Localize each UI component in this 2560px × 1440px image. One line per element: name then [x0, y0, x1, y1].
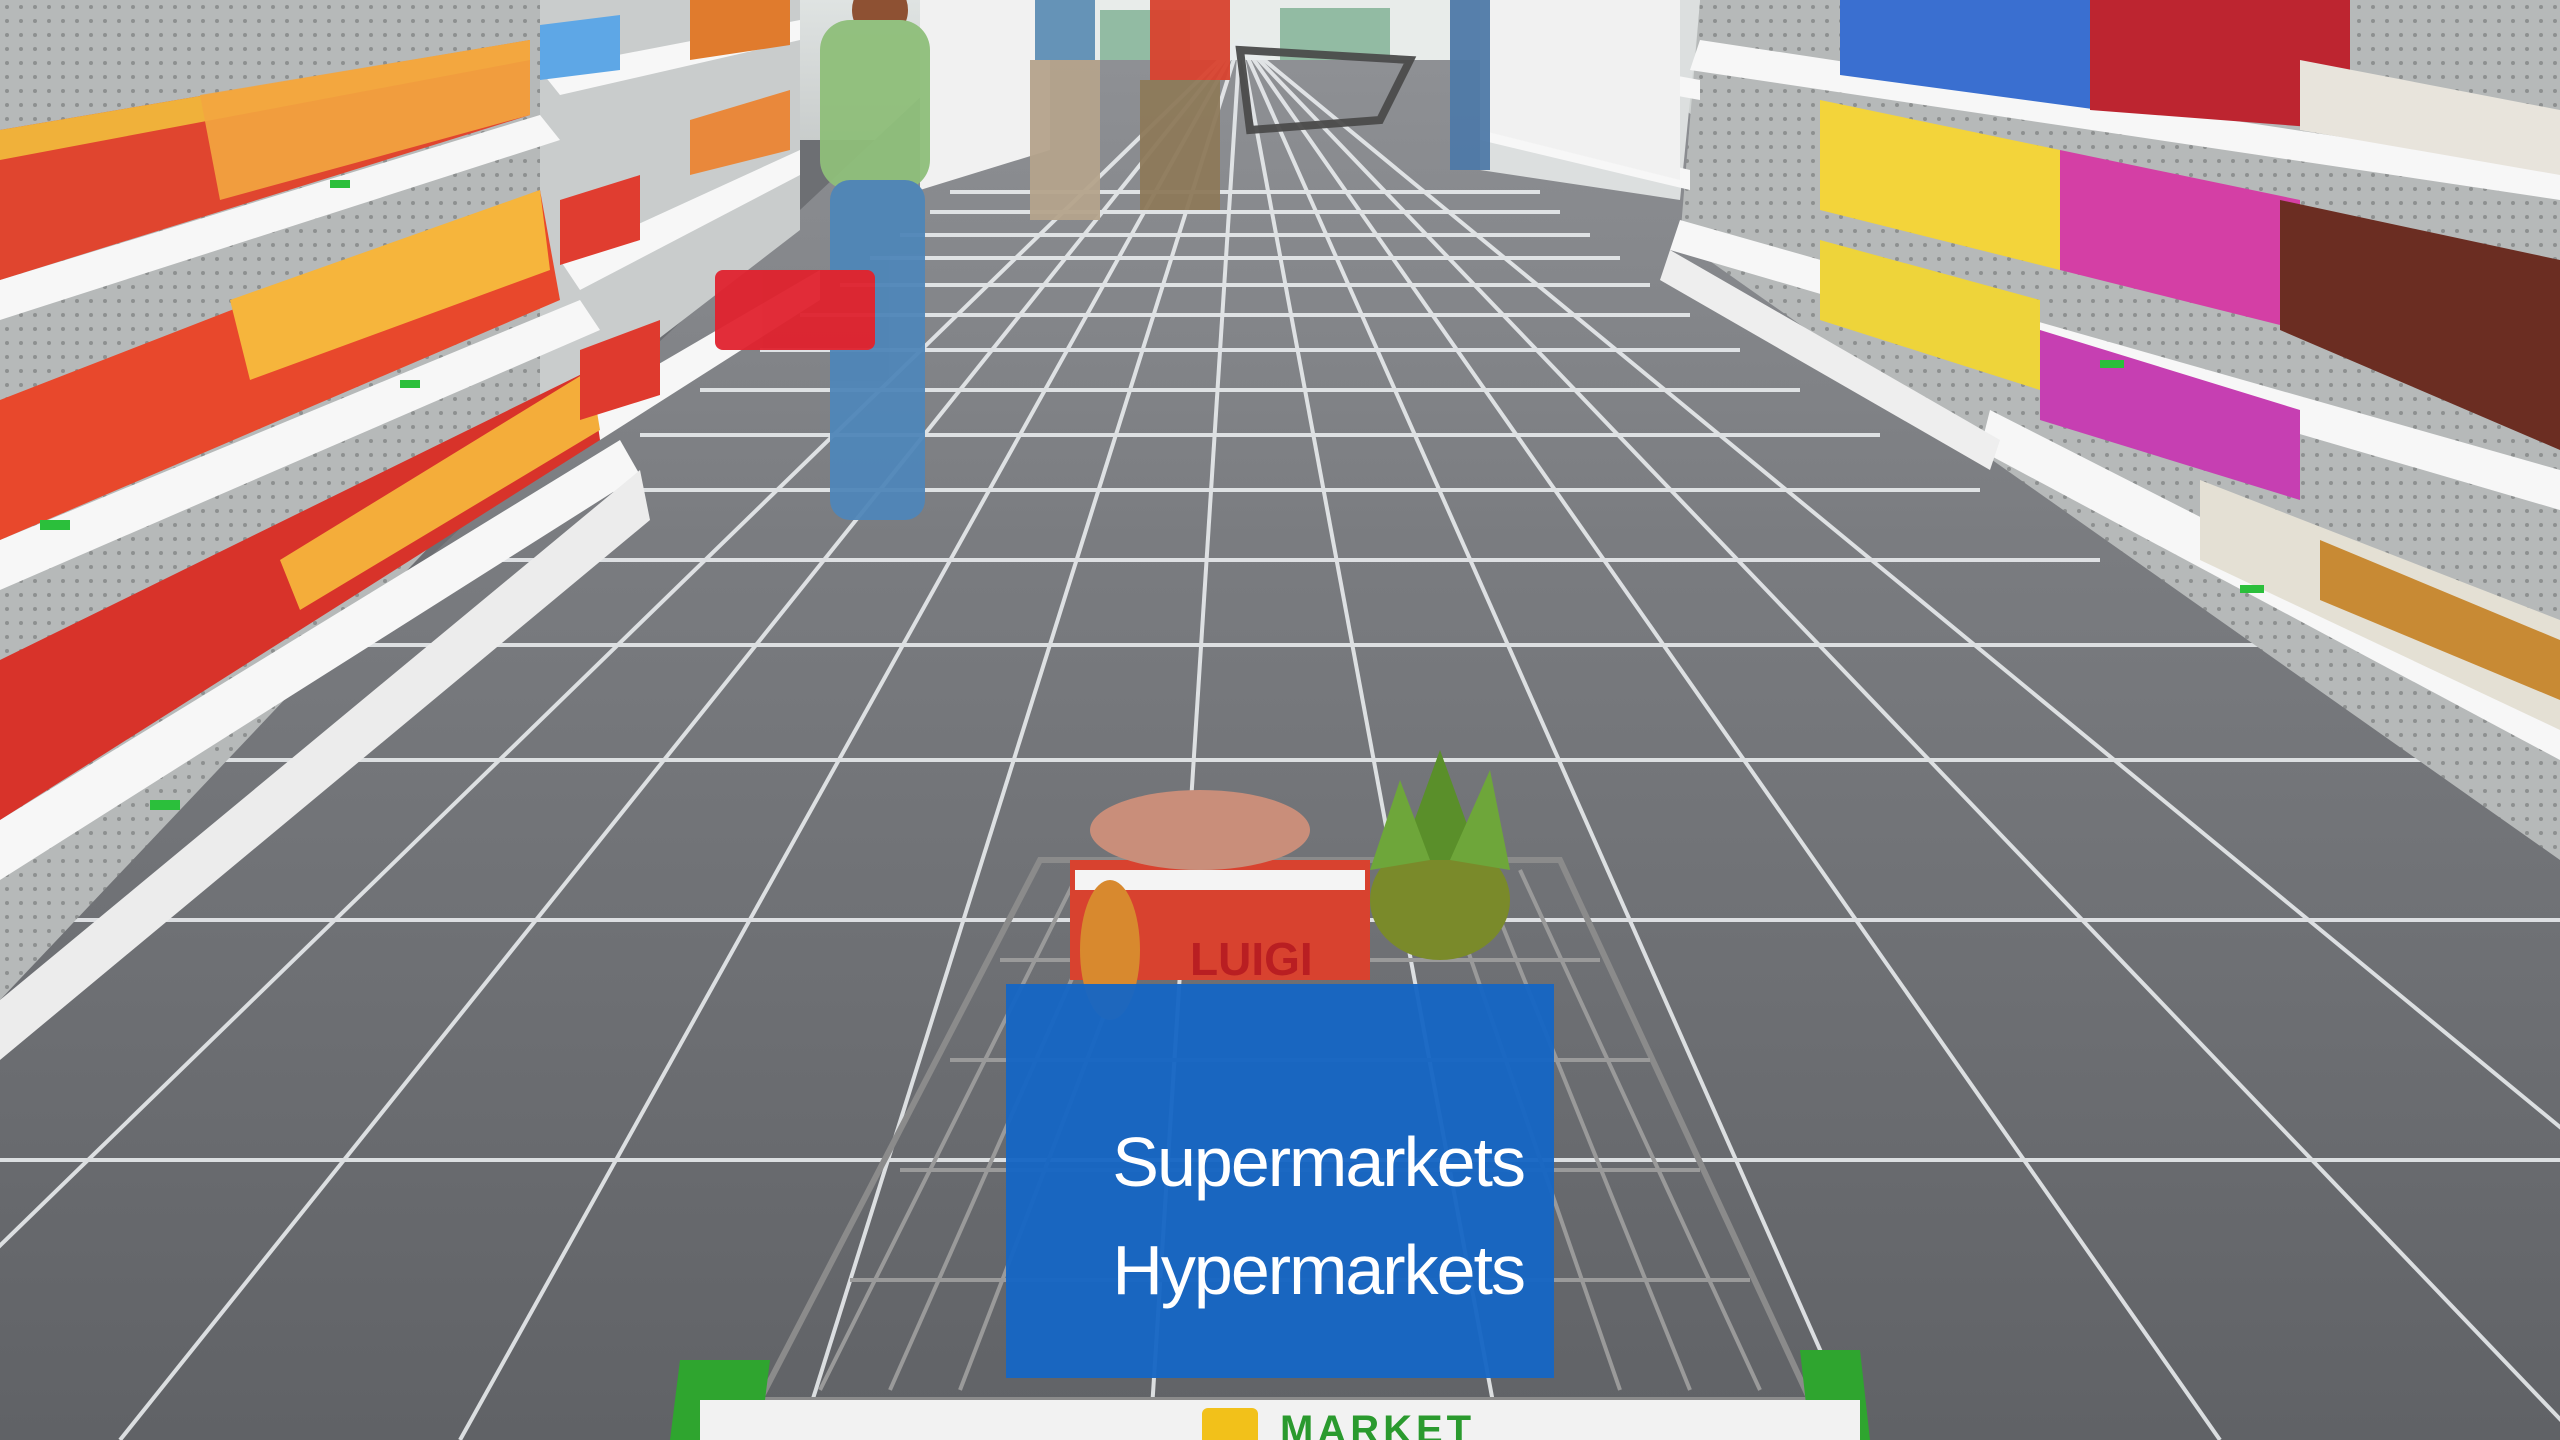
- market-logo-icon: [1202, 1408, 1258, 1440]
- slide-title-box: Supermarkets Hypermarkets: [1006, 984, 1554, 1378]
- pizza-box-label: LUIGI: [1190, 933, 1313, 985]
- title-line-supermarkets: Supermarkets: [1112, 1123, 1526, 1201]
- title-line-hypermarkets: Hypermarkets: [1112, 1231, 1526, 1309]
- supermarket-scene: LUIGI Supermarkets Hypermarkets MARKET: [0, 0, 2560, 1440]
- cart-brand-label: MARKET: [1280, 1408, 1476, 1440]
- cart-brand-strip: MARKET: [1130, 1408, 1530, 1440]
